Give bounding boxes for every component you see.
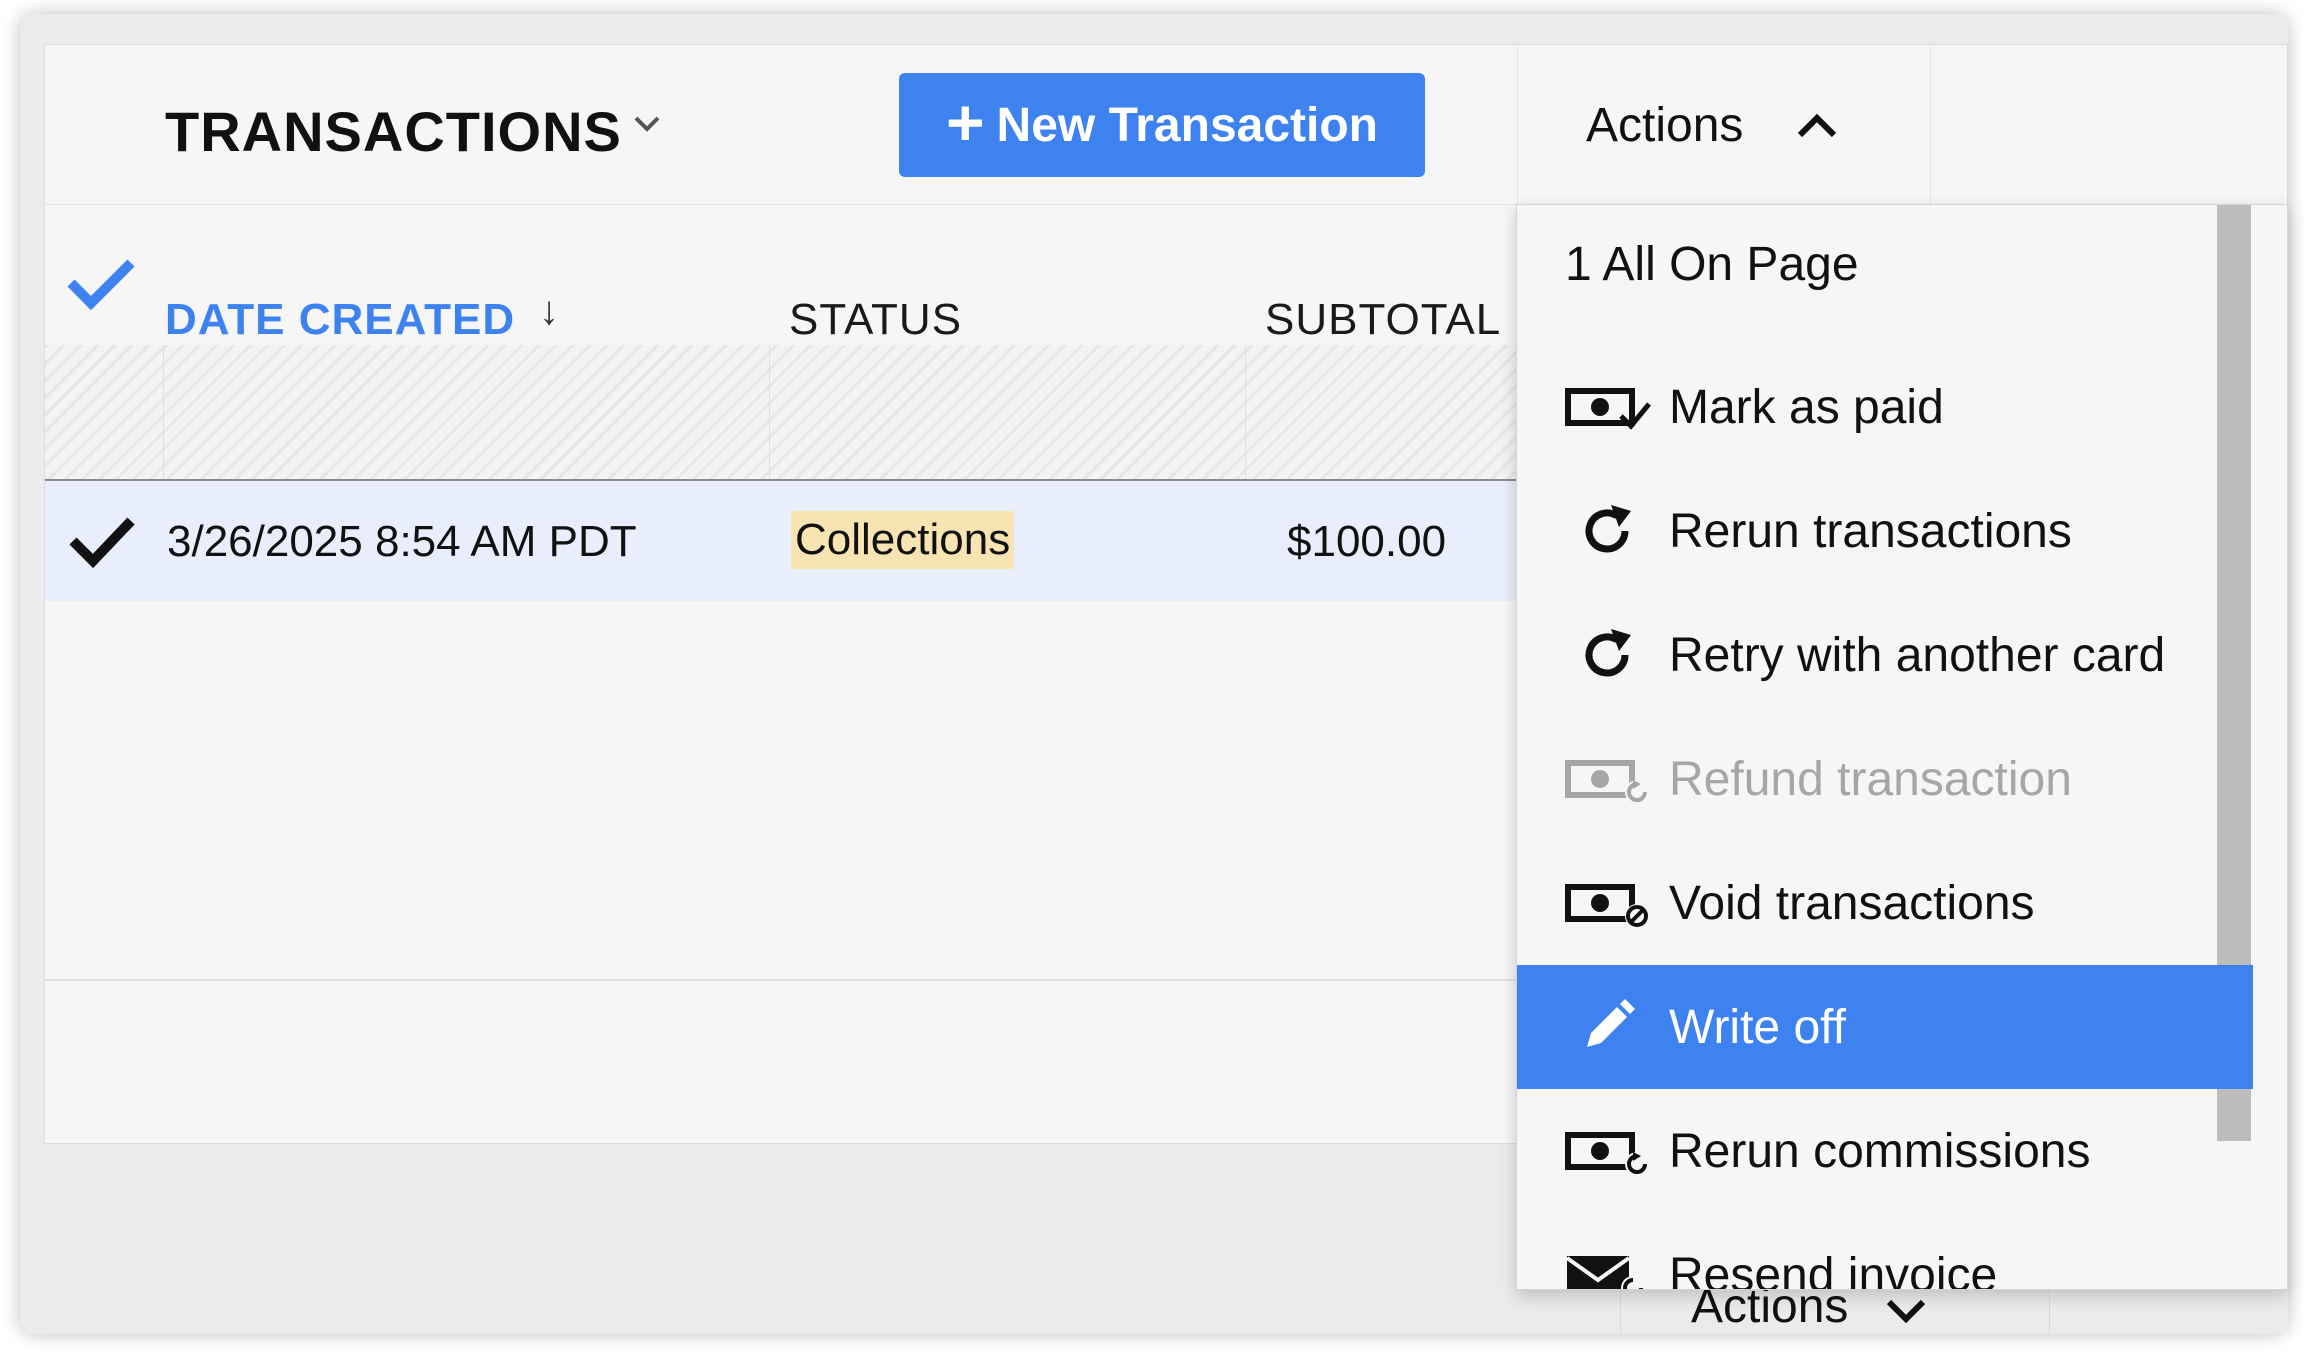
table-row[interactable]: 3/26/2025 8:54 AM PDT Collections $100.0… bbox=[45, 481, 1517, 601]
selection-count: 1 All On Page bbox=[1565, 238, 1859, 291]
refresh-icon bbox=[1563, 625, 1651, 685]
row-checkbox[interactable] bbox=[67, 511, 137, 571]
menu-item-resend-invoice[interactable]: Resend invoice bbox=[1517, 1213, 2253, 1290]
menu-item-label: Resend invoice bbox=[1669, 1248, 1998, 1290]
actions-toggle[interactable]: Actions bbox=[1517, 45, 1931, 205]
refresh-icon bbox=[1563, 501, 1651, 561]
menu-item-retry-another-card[interactable]: Retry with another card bbox=[1517, 593, 2253, 717]
column-status[interactable]: STATUS bbox=[789, 295, 962, 345]
actions-dropdown-menu: 1 All On Page Mark as paid Rerun transac… bbox=[1516, 204, 2288, 1290]
money-check-icon bbox=[1563, 377, 1651, 437]
menu-item-rerun-commissions[interactable]: Rerun commissions bbox=[1517, 1089, 2253, 1213]
menu-item-label: Refund transaction bbox=[1669, 752, 2072, 806]
cell-date-created: 3/26/2025 8:54 AM PDT bbox=[167, 517, 637, 566]
money-refund-icon bbox=[1563, 749, 1651, 809]
actions-label: Actions bbox=[1586, 98, 1744, 152]
new-transaction-label: New Transaction bbox=[996, 98, 1378, 152]
sort-arrow-icon[interactable]: ↓ bbox=[539, 289, 559, 334]
chevron-up-icon bbox=[1798, 113, 1837, 138]
menu-item-mark-as-paid[interactable]: Mark as paid bbox=[1517, 345, 2253, 469]
chevron-down-icon[interactable] bbox=[630, 109, 664, 139]
menu-item-write-off[interactable]: Write off bbox=[1517, 965, 2253, 1089]
status-badge: Collections bbox=[791, 511, 1015, 569]
divider bbox=[45, 979, 1517, 981]
panel-header: TRANSACTIONS + New Transaction Actions bbox=[45, 45, 2287, 205]
new-transaction-button[interactable]: + New Transaction bbox=[899, 73, 1425, 177]
menu-item-label: Mark as paid bbox=[1669, 380, 1944, 434]
envelope-icon bbox=[1563, 1245, 1651, 1289]
select-all-checkbox[interactable] bbox=[65, 255, 137, 315]
column-subtotal[interactable]: SUBTOTAL bbox=[1265, 295, 1501, 345]
money-void-icon bbox=[1563, 873, 1651, 933]
menu-item-rerun-transactions[interactable]: Rerun transactions bbox=[1517, 469, 2253, 593]
menu-item-refund-transaction[interactable]: Refund transaction bbox=[1517, 717, 2253, 841]
cell-subtotal: $100.00 bbox=[1287, 517, 1447, 566]
menu-item-label: Rerun transactions bbox=[1669, 504, 2072, 558]
filter-row-placeholder bbox=[45, 345, 1517, 481]
money-rerun-icon bbox=[1563, 1121, 1651, 1181]
menu-item-void-transactions[interactable]: Void transactions bbox=[1517, 841, 2253, 965]
pencil-icon bbox=[1563, 997, 1651, 1057]
menu-item-label: Rerun commissions bbox=[1669, 1124, 2091, 1178]
chevron-down-icon bbox=[1887, 1299, 1926, 1324]
plus-icon: + bbox=[946, 85, 985, 159]
menu-item-label: Void transactions bbox=[1669, 876, 2035, 930]
column-date-created[interactable]: DATE CREATED bbox=[165, 295, 515, 345]
menu-item-label: Retry with another card bbox=[1669, 628, 2166, 682]
menu-item-label: Write off bbox=[1669, 1000, 1846, 1054]
page-title: TRANSACTIONS bbox=[165, 100, 622, 163]
